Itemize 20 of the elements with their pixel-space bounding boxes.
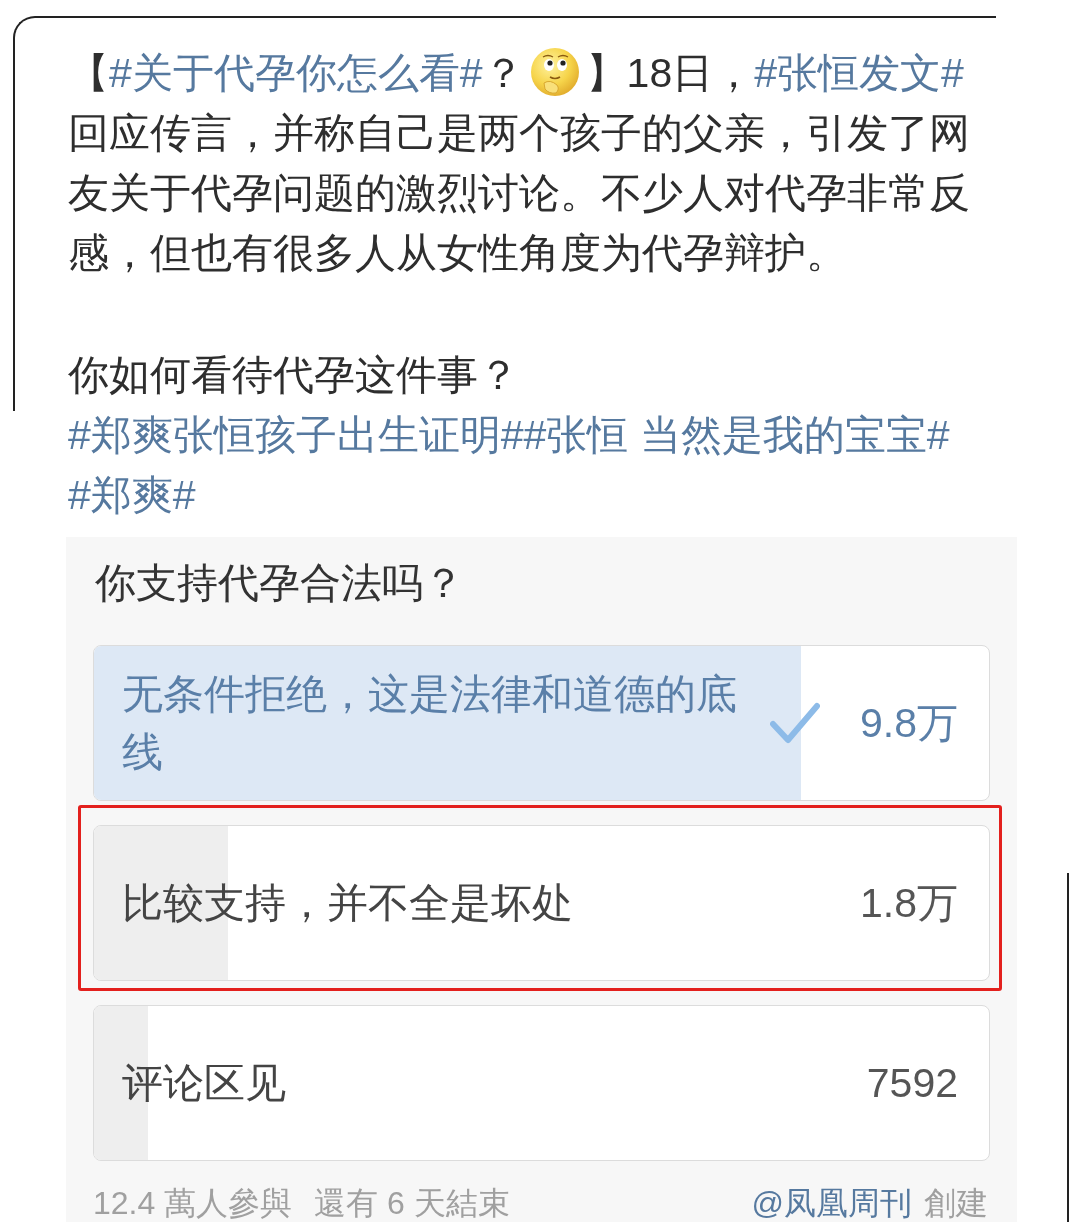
hashtag-link[interactable]: #张恒 当然是我的宝宝# [523,405,950,465]
poll-title: 你支持代孕合法吗？ [94,559,465,608]
hashtag-link[interactable]: #关于代孕你怎么看# [109,43,483,103]
check-icon [770,702,820,744]
participant-count: 12.4 萬人參與 [93,1187,293,1219]
vote-count: 1.8万 [860,879,958,928]
poll-option[interactable]: 评论区见 7592 [93,1005,990,1161]
hashtag-link[interactable]: #张恒发文# [754,43,964,103]
vote-count: 7592 [866,1059,958,1108]
post-text: 【#关于代孕你怎么看#？ 】18日，#张恒发文# 回应传言，并称自己是两个孩子的父亲，引发了网友关于代孕问题的激烈讨论。不少人对代孕非常反感，但也有很多人从女性角度为代孕辩护。 [68,43,988,283]
poll-option[interactable]: 无条件拒绝，这是法律和道德的底线 9.8万 [93,645,990,801]
emoji-icon [529,47,580,98]
hashtag-link[interactable]: #郑爽张恒孩子出生证明# [68,405,524,465]
creator-link[interactable]: @凤凰周刊 [751,1187,912,1219]
poll-option[interactable]: 比较支持，并不全是坏处 1.8万 [93,825,990,981]
question-text: 你如何看待代孕这件事？ [68,351,520,400]
time-remaining: 還有 6 天結束 [314,1187,510,1219]
created-label: 創建 [924,1187,988,1219]
vote-count: 9.8万 [860,699,958,748]
hashtag-link[interactable]: #郑爽# [68,465,196,525]
